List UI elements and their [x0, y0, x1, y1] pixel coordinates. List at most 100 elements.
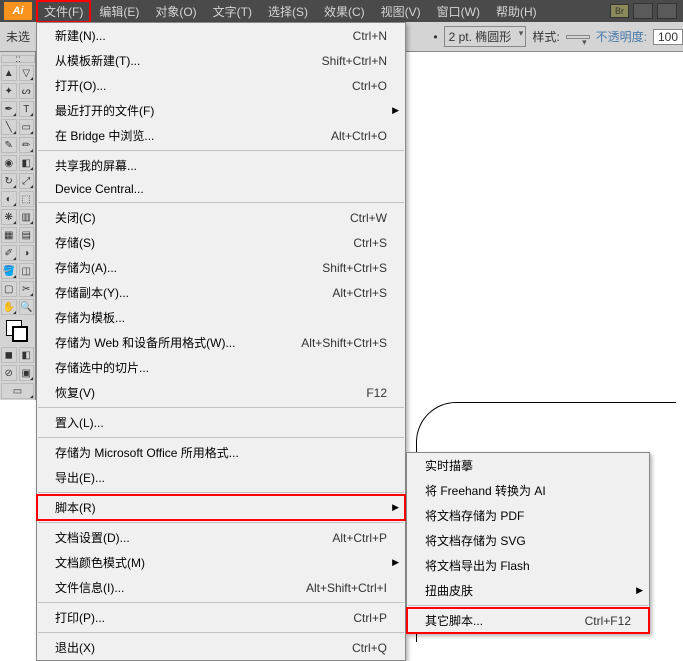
file-menu-item[interactable]: 共享我的屏幕... [37, 153, 405, 178]
file-menu-item[interactable]: 存储(S)Ctrl+S [37, 230, 405, 255]
search-icon[interactable] [657, 3, 677, 19]
menu-item-label: 脚本(R) [55, 499, 387, 516]
warp-tool[interactable]: ◐ [1, 191, 17, 207]
lasso-tool[interactable]: ᔕ [19, 83, 35, 99]
menu-item-shortcut: Alt+Shift+Ctrl+I [306, 581, 387, 595]
menu-文件(F)[interactable]: 文件(F) [36, 0, 91, 23]
pencil-tool[interactable]: ✏ [19, 137, 35, 153]
eraser-tool[interactable]: ◧ [19, 155, 35, 171]
file-menu-item[interactable]: 文件信息(I)...Alt+Shift+Ctrl+I [37, 575, 405, 600]
menu-对象(O)[interactable]: 对象(O) [147, 0, 204, 23]
style-dropdown[interactable] [566, 35, 590, 39]
menu-视图(V)[interactable]: 视图(V) [373, 0, 429, 23]
pen-tool[interactable]: ✒ [1, 101, 17, 117]
gradient-tool[interactable]: ▤ [19, 227, 35, 243]
file-menu-item[interactable]: 退出(X)Ctrl+Q [37, 635, 405, 660]
file-menu-item[interactable]: 恢复(V)F12 [37, 380, 405, 405]
file-menu-item[interactable]: 置入(L)... [37, 410, 405, 435]
script-submenu-item[interactable]: 其它脚本...Ctrl+F12 [407, 608, 649, 633]
type-tool[interactable]: T [19, 101, 35, 117]
rectangle-tool[interactable]: ▭ [19, 119, 35, 135]
color-swatch[interactable] [6, 320, 28, 342]
direct-selection-tool[interactable]: ▽ [19, 65, 35, 81]
menu-效果(C)[interactable]: 效果(C) [316, 0, 373, 23]
file-menu-item[interactable]: 在 Bridge 中浏览...Alt+Ctrl+O [37, 123, 405, 148]
file-menu-item[interactable]: 从模板新建(T)...Shift+Ctrl+N [37, 48, 405, 73]
screen-mode-tool[interactable]: ▭ [1, 383, 34, 399]
eyedropper-tool[interactable]: ✐ [1, 245, 17, 261]
blob-brush-tool[interactable]: ◉ [1, 155, 17, 171]
menu-选择(S)[interactable]: 选择(S) [260, 0, 316, 23]
file-menu-item[interactable]: 打开(O)...Ctrl+O [37, 73, 405, 98]
fill-gradient-tool[interactable]: ◧ [19, 347, 35, 363]
script-submenu-item[interactable]: 扭曲皮肤▶ [407, 578, 649, 603]
submenu-arrow-icon: ▶ [392, 105, 399, 116]
menu-item-label: 退出(X) [55, 639, 352, 656]
rotate-tool[interactable]: ↻ [1, 173, 17, 189]
layout-icon[interactable] [633, 3, 653, 19]
file-menu-item[interactable]: 文档设置(D)...Alt+Ctrl+P [37, 525, 405, 550]
submenu-arrow-icon: ▶ [392, 502, 399, 513]
file-menu-item[interactable]: 关闭(C)Ctrl+W [37, 205, 405, 230]
free-transform-tool[interactable]: ⬚ [19, 191, 35, 207]
graph-tool[interactable]: ▥ [19, 209, 35, 225]
file-menu-item[interactable]: 打印(P)...Ctrl+P [37, 605, 405, 630]
opacity-input[interactable]: 100 [653, 29, 683, 45]
zoom-tool[interactable]: 🔍 [19, 299, 35, 315]
file-menu-item[interactable]: 最近打开的文件(F)▶ [37, 98, 405, 123]
drawing-mode-tool[interactable]: ▣ [19, 365, 35, 381]
menu-帮助(H)[interactable]: 帮助(H) [488, 0, 545, 23]
artboard-tool[interactable]: ▢ [1, 281, 17, 297]
blend-tool[interactable]: ◑ [19, 245, 35, 261]
line-tool[interactable]: ╲ [1, 119, 17, 135]
file-menu-item[interactable]: 存储副本(Y)...Alt+Ctrl+S [37, 280, 405, 305]
magic-wand-tool[interactable]: ✦ [1, 83, 17, 99]
file-menu-item[interactable]: 存储选中的切片... [37, 355, 405, 380]
script-submenu-item[interactable]: 将 Freehand 转换为 AI [407, 478, 649, 503]
live-paint-bucket-tool[interactable]: 🪣 [1, 263, 17, 279]
menu-item-shortcut: Ctrl+W [350, 211, 387, 225]
selection-tool[interactable]: ▲ [1, 65, 17, 81]
menu-item-shortcut: Ctrl+Q [352, 641, 387, 655]
file-menu-item[interactable]: 导出(E)... [37, 465, 405, 490]
stroke-dropdown[interactable]: 2 pt. 椭圆形 [444, 26, 527, 47]
script-submenu-item[interactable]: 将文档存储为 PDF [407, 503, 649, 528]
slice-tool[interactable]: ✂ [19, 281, 35, 297]
file-menu-item[interactable]: 新建(N)...Ctrl+N [37, 23, 405, 48]
menu-item-shortcut: Alt+Ctrl+S [332, 286, 387, 300]
hand-tool[interactable]: ✋ [1, 299, 17, 315]
toolbar-grip[interactable]: :: [1, 55, 35, 63]
fill-color-tool[interactable]: ◼ [1, 347, 17, 363]
file-menu-separator [38, 202, 404, 203]
file-menu-separator [38, 602, 404, 603]
menu-item-label: 打印(P)... [55, 609, 353, 626]
live-paint-selection-tool[interactable]: ◫ [19, 263, 35, 279]
fill-none-tool[interactable]: ⊘ [1, 365, 17, 381]
script-submenu-item[interactable]: 将文档存储为 SVG [407, 528, 649, 553]
menu-文字(T)[interactable]: 文字(T) [205, 0, 260, 23]
symbol-sprayer-tool[interactable]: ❋ [1, 209, 17, 225]
menu-窗口(W)[interactable]: 窗口(W) [429, 0, 488, 23]
file-menu-item[interactable]: 脚本(R) ▶ [37, 495, 405, 520]
menu-编辑(E)[interactable]: 编辑(E) [91, 0, 147, 23]
menu-item-label: 存储为 Web 和设备所用格式(W)... [55, 334, 301, 351]
bridge-badge[interactable]: Br [610, 4, 629, 18]
file-menu-separator [38, 150, 404, 151]
menu-item-shortcut: Alt+Shift+Ctrl+S [301, 336, 387, 350]
script-submenu-item[interactable]: 将文档导出为 Flash [407, 553, 649, 578]
menu-item-shortcut: Shift+Ctrl+S [322, 261, 387, 275]
script-submenu-item[interactable]: 实时描摹 [407, 453, 649, 478]
opacity-label[interactable]: 不透明度: [596, 28, 647, 45]
file-menu-item[interactable]: 存储为(A)...Shift+Ctrl+S [37, 255, 405, 280]
file-menu-item[interactable]: 存储为模板... [37, 305, 405, 330]
paintbrush-tool[interactable]: ✎ [1, 137, 17, 153]
file-menu-item[interactable]: Device Central... [37, 178, 405, 200]
menu-item-label: 存储为 Microsoft Office 所用格式... [55, 444, 387, 461]
menu-item-shortcut: Ctrl+O [352, 79, 387, 93]
menu-item-label: 将 Freehand 转换为 AI [425, 482, 631, 499]
scale-tool[interactable]: ⤢ [19, 173, 35, 189]
file-menu-item[interactable]: 文档颜色模式(M)▶ [37, 550, 405, 575]
file-menu-item[interactable]: 存储为 Web 和设备所用格式(W)...Alt+Shift+Ctrl+S [37, 330, 405, 355]
file-menu-item[interactable]: 存储为 Microsoft Office 所用格式... [37, 440, 405, 465]
mesh-tool[interactable]: ▦ [1, 227, 17, 243]
